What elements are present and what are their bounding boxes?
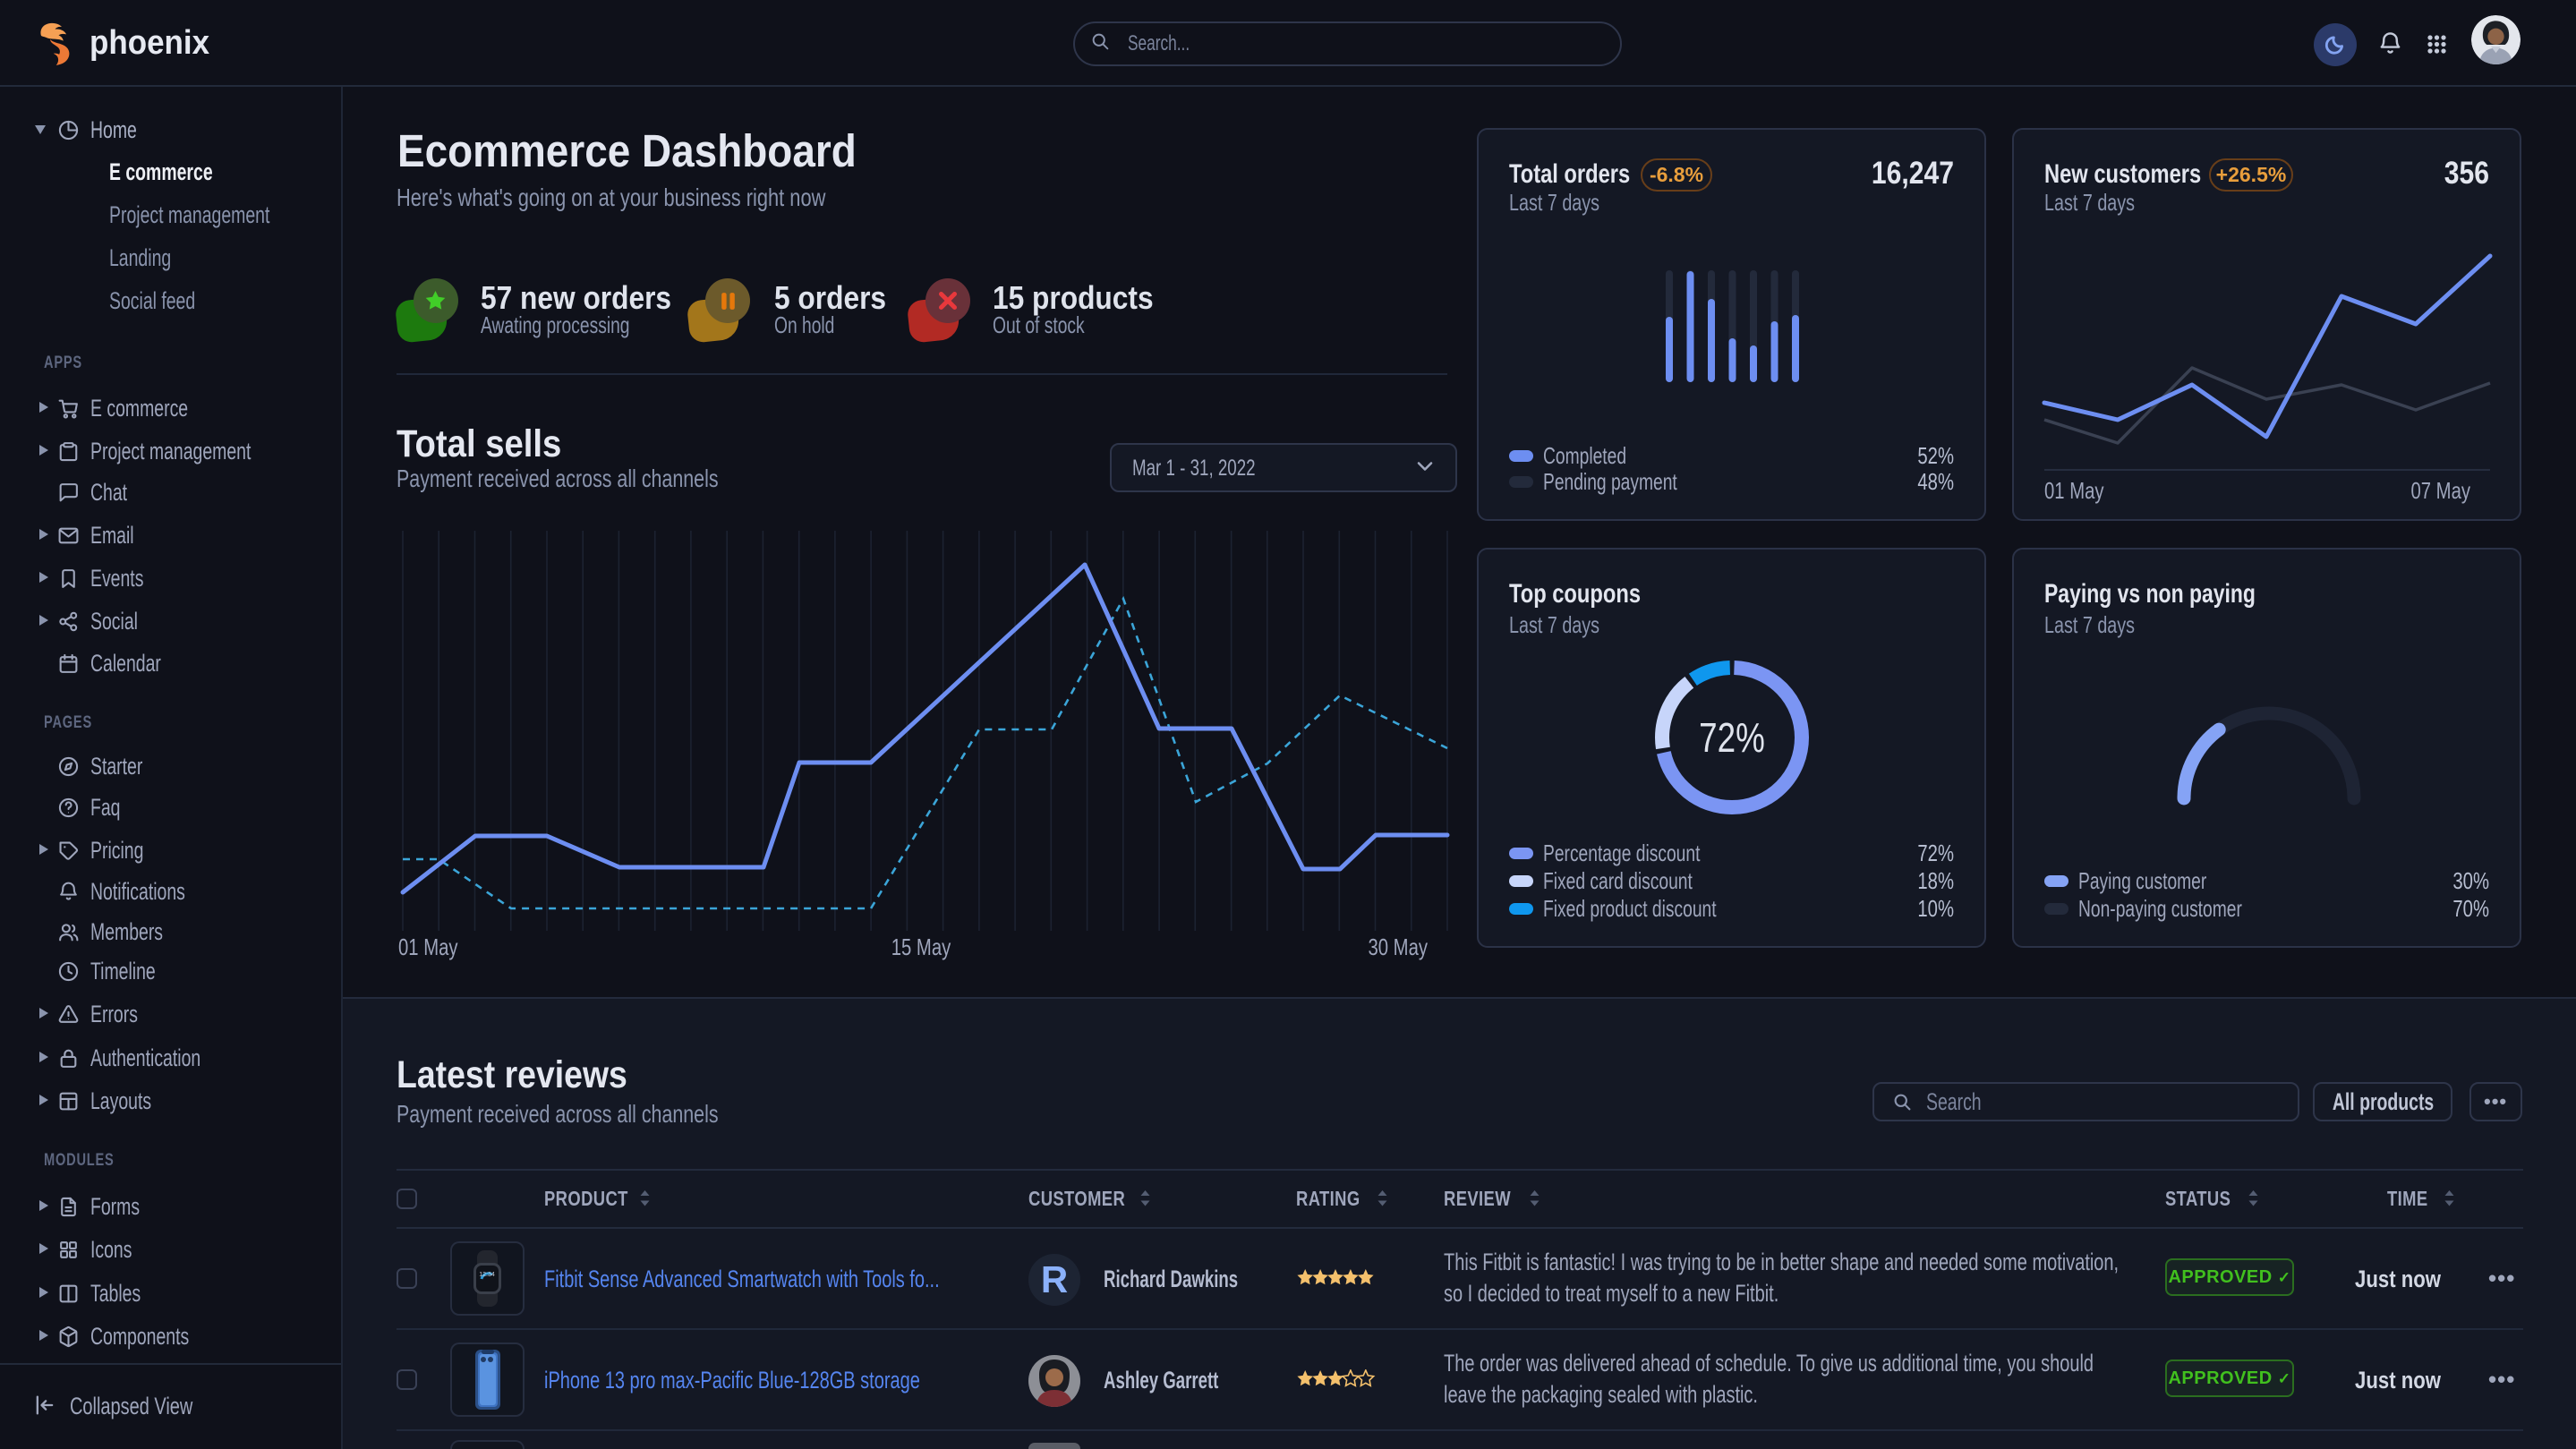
svg-text:12:34: 12:34 [479, 1272, 495, 1278]
